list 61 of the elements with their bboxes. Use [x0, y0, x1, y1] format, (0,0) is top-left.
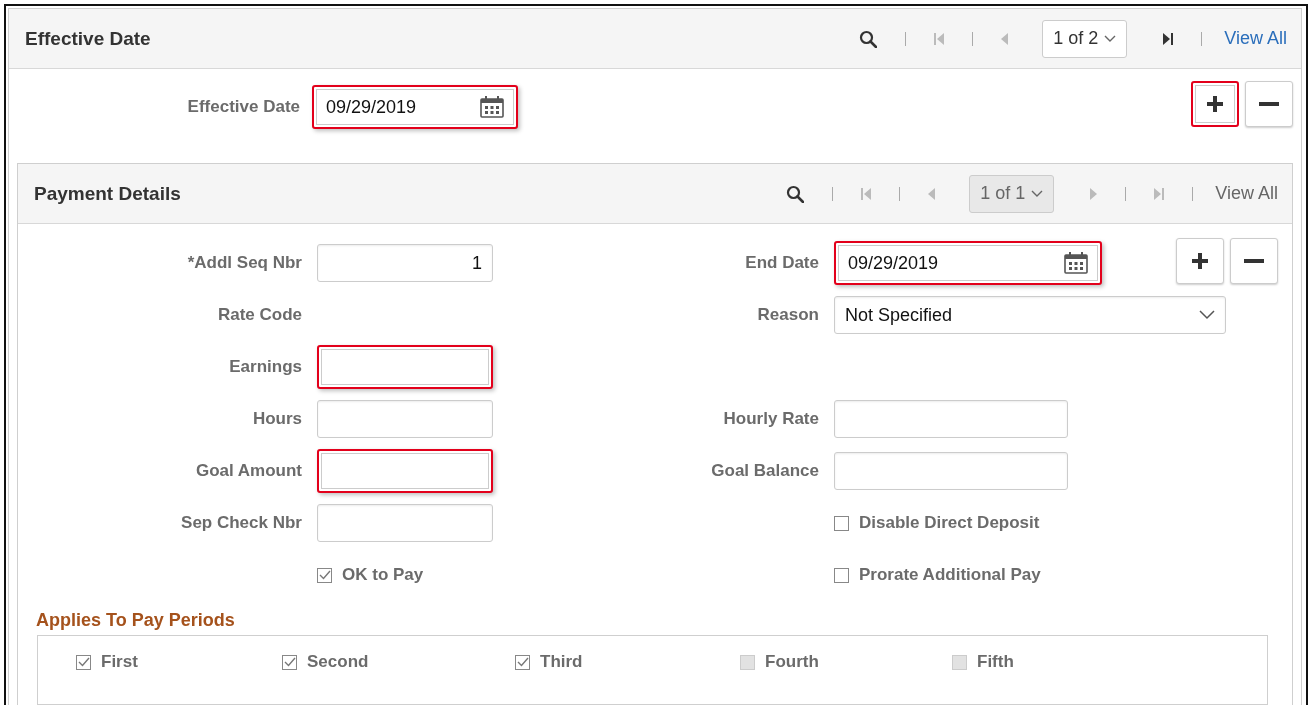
minus-icon — [1244, 259, 1264, 263]
last-page-icon — [1154, 186, 1165, 201]
view-all-link[interactable]: View All — [1224, 28, 1287, 49]
chevron-icon — [1104, 34, 1117, 43]
remove-button[interactable] — [1245, 81, 1293, 127]
field-label: *Addl Seq Nbr — [187, 253, 302, 273]
section-title: Payment Details — [34, 182, 181, 205]
input-field[interactable]: 1 — [317, 244, 493, 282]
field-label: Effective Date — [187, 97, 300, 117]
input-field[interactable] — [317, 449, 493, 493]
date-field[interactable]: 09/29/2019 — [312, 85, 518, 129]
field-label: Hours — [252, 409, 302, 429]
checkbox[interactable] — [834, 515, 849, 531]
section-title: Effective Date — [25, 27, 151, 50]
check-icon — [318, 570, 331, 580]
page-dropdown[interactable]: 1 of 2 — [1042, 19, 1128, 58]
checkbox-label: Third — [540, 652, 583, 672]
field-label: Sep Check Nbr — [181, 513, 302, 533]
checkbox[interactable] — [834, 567, 849, 583]
minus-icon — [1259, 102, 1279, 106]
checkbox[interactable] — [282, 654, 297, 670]
checkbox-label: OK to Pay — [342, 565, 424, 585]
field-label: Reason — [757, 305, 819, 325]
first-page-icon — [861, 186, 872, 201]
field-label: Hourly Rate — [723, 409, 819, 429]
first-page-icon — [934, 31, 945, 46]
checkbox[interactable] — [515, 654, 530, 670]
calendar-icon — [480, 96, 504, 118]
field-label: Goal Balance — [711, 461, 819, 481]
check-icon — [77, 657, 90, 667]
last-page-icon — [1163, 31, 1174, 46]
checkbox-label: Disable Direct Deposit — [859, 513, 1040, 533]
checkbox[interactable] — [76, 654, 91, 670]
checkbox-label: First — [101, 652, 138, 672]
chevron-icon — [1199, 310, 1215, 320]
group-title: Applies To Pay Periods — [36, 610, 236, 631]
checkbox-label: Prorate Additional Pay — [859, 565, 1041, 585]
previous-icon — [928, 186, 936, 201]
search-icon — [786, 184, 805, 203]
search-icon — [859, 29, 878, 48]
field-label: End Date — [745, 253, 819, 273]
checkbox-label: Second — [307, 652, 369, 672]
reason-dropdown[interactable]: Not Specified — [834, 296, 1226, 334]
plus-icon — [1206, 95, 1224, 113]
field-label: Goal Amount — [195, 461, 302, 481]
calendar-icon — [1064, 252, 1088, 274]
field-label: Earnings — [229, 357, 302, 377]
check-icon — [516, 657, 529, 667]
plus-icon — [1191, 252, 1209, 270]
date-field[interactable]: 09/29/2019 — [834, 241, 1102, 285]
checkbox-label: Fifth — [977, 652, 1014, 672]
chevron-icon — [1031, 189, 1044, 198]
checkbox[interactable] — [317, 567, 332, 583]
check-icon — [283, 657, 296, 667]
previous-icon — [1001, 31, 1009, 46]
checkbox-label: Fourth — [765, 652, 819, 672]
remove-button[interactable] — [1230, 238, 1278, 284]
next-icon — [1090, 186, 1098, 201]
input-field[interactable] — [317, 345, 493, 389]
add-button[interactable] — [1191, 81, 1239, 127]
field-label: Rate Code — [217, 305, 302, 325]
